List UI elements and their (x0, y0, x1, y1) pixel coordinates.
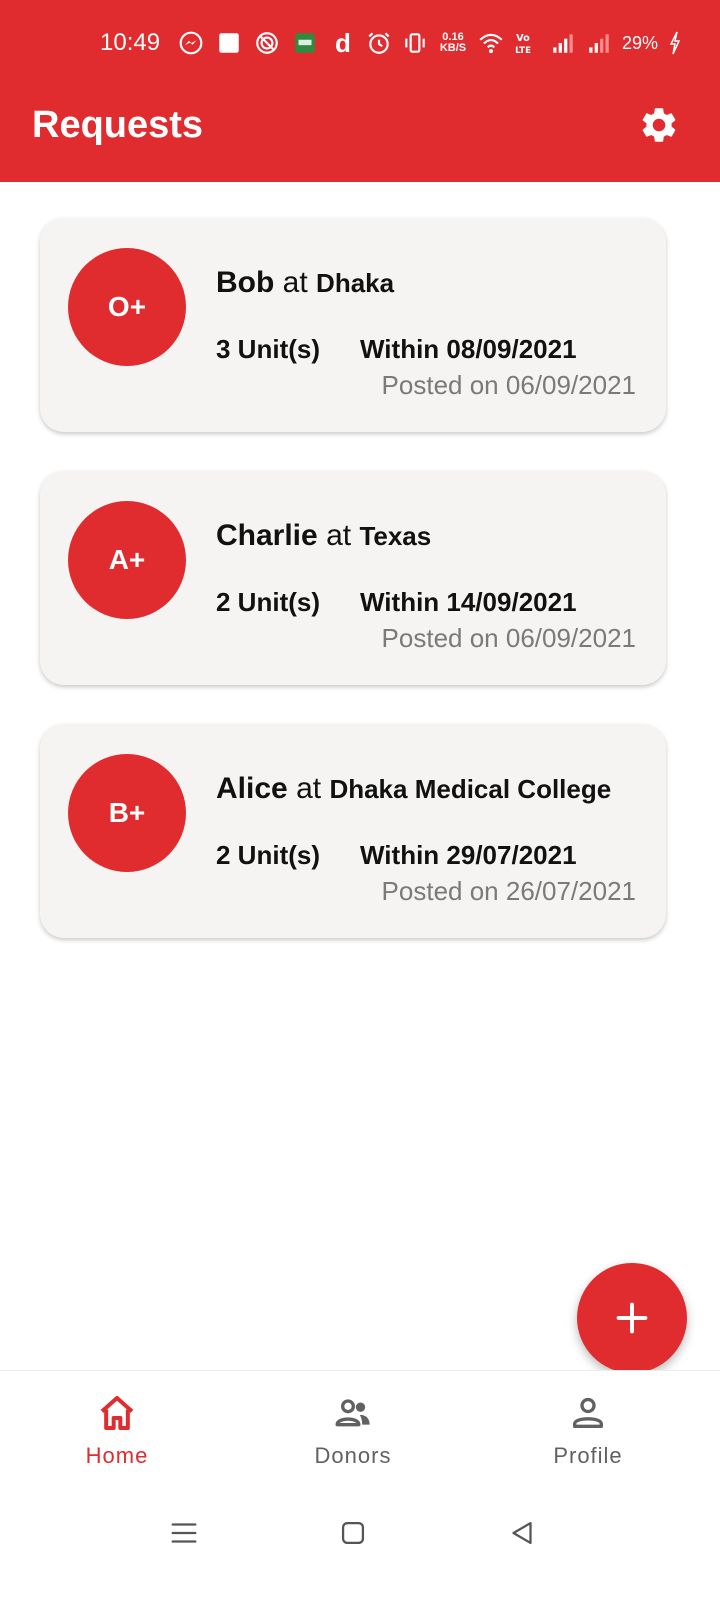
nav-item-home[interactable]: Home (17, 1371, 217, 1483)
square-notification-icon (216, 30, 242, 56)
blood-group-badge: A+ (68, 501, 186, 619)
units-needed: 2 Unit(s) (216, 840, 320, 870)
posted-date: Posted on 06/09/2021 (381, 623, 636, 653)
alarm-icon (366, 30, 392, 56)
posted-date: Posted on 26/07/2021 (381, 876, 636, 906)
at-text: at (282, 266, 308, 299)
app-header: 10:49 d 0.16 KB/S Vo LTE 29% Requests (0, 0, 720, 182)
request-title: Charlie at Texas (216, 519, 431, 553)
system-back-button[interactable] (497, 1508, 547, 1558)
people-icon (331, 1391, 375, 1435)
status-bar: 10:49 d 0.16 KB/S Vo LTE 29% (0, 0, 720, 88)
requester-name: Bob (216, 266, 275, 299)
system-home-button[interactable] (328, 1508, 378, 1558)
signal-icon-2 (586, 30, 612, 56)
nav-label-home: Home (85, 1443, 149, 1468)
plus-icon (616, 1302, 648, 1334)
request-card[interactable]: A+ Charlie at Texas 2 Unit(s) Within 14/… (40, 471, 666, 685)
units-needed: 2 Unit(s) (216, 587, 320, 617)
nav-label-donors: Donors (314, 1443, 392, 1468)
volte-icon: Vo LTE (514, 30, 540, 56)
units-needed: 3 Unit(s) (216, 334, 320, 364)
nav-label-profile: Profile (553, 1443, 623, 1468)
posted-date: Posted on 06/09/2021 (381, 370, 636, 400)
status-time: 10:49 (100, 29, 161, 56)
svg-text:Vo: Vo (516, 33, 530, 44)
blood-group-badge: O+ (68, 248, 186, 366)
charging-icon (668, 30, 682, 56)
gear-icon (642, 108, 676, 142)
request-title: Alice at Dhaka Medical College (216, 772, 611, 806)
nav-item-donors[interactable]: Donors (253, 1371, 453, 1483)
request-location: Dhaka Medical College (329, 774, 612, 804)
at-text: at (296, 772, 322, 805)
at-text: at (326, 519, 352, 552)
menu-icon (171, 1523, 197, 1543)
screen: 10:49 d 0.16 KB/S Vo LTE 29% Requests O+… (0, 0, 720, 1600)
wifi-icon (478, 30, 504, 56)
notification-icons: d (178, 30, 356, 56)
request-card[interactable]: B+ Alice at Dhaka Medical College 2 Unit… (40, 724, 666, 938)
request-location: Texas (359, 521, 432, 551)
net-speed-unit: KB/S (439, 42, 467, 54)
needed-by-date: Within 29/07/2021 (360, 840, 577, 870)
app-notification-icon (254, 30, 280, 56)
nav-item-profile[interactable]: Profile (488, 1371, 688, 1483)
request-location: Dhaka (316, 268, 395, 298)
request-title: Bob at Dhaka (216, 266, 394, 300)
request-card[interactable]: O+ Bob at Dhaka 3 Unit(s) Within 08/09/2… (40, 218, 666, 432)
home-icon (95, 1391, 139, 1435)
page-title: Requests (32, 104, 204, 146)
battery-percent: 29% (622, 32, 659, 53)
system-navigation-bar (0, 1482, 720, 1600)
net-speed: 0.16 KB/S (438, 32, 468, 54)
blood-group-badge: B+ (68, 754, 186, 872)
system-status-icons: 0.16 KB/S Vo LTE 29% (366, 30, 682, 56)
add-request-button[interactable] (577, 1263, 687, 1373)
requester-name: Charlie (216, 519, 318, 552)
signal-icon (550, 30, 576, 56)
requester-name: Alice (216, 772, 288, 805)
needed-by-date: Within 08/09/2021 (360, 334, 577, 364)
bkash-icon (292, 30, 318, 56)
d-app-icon: d (335, 28, 351, 58)
svg-text:LTE: LTE (515, 46, 531, 56)
messenger-icon (178, 30, 204, 56)
settings-button[interactable] (636, 102, 682, 148)
vibrate-icon (402, 30, 428, 56)
person-icon (566, 1391, 610, 1435)
needed-by-date: Within 14/09/2021 (360, 587, 577, 617)
home-square-icon (341, 1521, 365, 1545)
back-icon (512, 1521, 532, 1545)
recent-apps-button[interactable] (159, 1508, 209, 1558)
bottom-navigation: Home Donors Profile (0, 1370, 720, 1482)
